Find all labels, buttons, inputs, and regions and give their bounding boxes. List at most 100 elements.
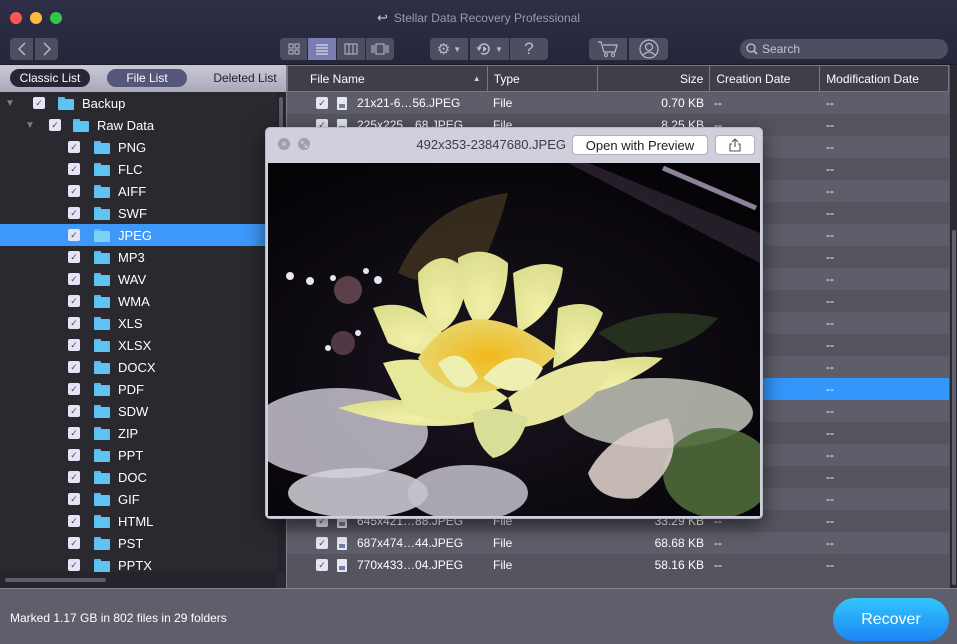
column-header-creation-date[interactable]: Creation Date [710,66,821,91]
checkbox[interactable]: ✓ [68,229,80,241]
tree-item-pptx[interactable]: ✓ PPTX [0,554,276,572]
tree-item-gif[interactable]: ✓ GIF [0,488,276,510]
forward-button[interactable] [35,38,58,60]
tree-item-zip[interactable]: ✓ ZIP [0,422,276,444]
view-columns-button[interactable] [337,38,365,60]
checkbox[interactable]: ✓ [68,339,80,351]
checkbox[interactable]: ✓ [68,449,80,461]
column-header-type[interactable]: Type [488,66,598,91]
close-icon[interactable]: × [278,138,290,150]
tree-item-label: PPTX [118,557,152,573]
checkbox[interactable]: ✓ [68,361,80,373]
column-label: File Name [310,71,365,86]
view-coverflow-button[interactable] [366,38,394,60]
list-icon [316,44,328,55]
tree-item-wma[interactable]: ✓ WMA [0,290,276,312]
open-with-preview-button[interactable]: Open with Preview [572,135,708,155]
history-menu-button[interactable]: ▼ [470,38,509,60]
checkbox[interactable]: ✓ [68,317,80,329]
tree-item-backup[interactable]: ▼ ✓ Backup [0,92,276,114]
table-row[interactable]: ✓ 21x21-6…56.JPEG File 0.70 KB -- -- [287,92,949,114]
column-header-file-name[interactable]: File Name ▲ [288,66,488,91]
tree-item-ppt[interactable]: ✓ PPT [0,444,276,466]
tree-item-sdw[interactable]: ✓ SDW [0,400,276,422]
checkbox[interactable]: ✓ [68,141,80,153]
chevron-right-icon [43,42,51,56]
tree-item-label: PST [118,535,144,551]
tab-classic-list[interactable]: Classic List [10,69,90,87]
disclosure-triangle-icon[interactable]: ▼ [5,98,15,109]
tree-item-doc[interactable]: ✓ DOC [0,466,276,488]
tree-item-jpeg[interactable]: ✓ JPEG [0,224,276,246]
cart-button[interactable] [589,38,627,60]
window-title-area: ↩ Stellar Data Recovery Professional [0,10,957,26]
cell-modification-date: -- [826,536,834,550]
cell-modification-date: -- [826,140,834,154]
checkbox[interactable]: ✓ [68,383,80,395]
account-button[interactable] [629,38,668,60]
fullscreen-icon[interactable]: ⤡ [298,138,310,150]
cell-modification-date: -- [826,382,834,396]
tree-item-swf[interactable]: ✓ SWF [0,202,276,224]
recover-button[interactable]: Recover [833,598,949,641]
settings-menu-button[interactable]: ⚙ ▼ [430,38,468,60]
cell-modification-date: -- [826,470,834,484]
checkbox[interactable]: ✓ [68,251,80,263]
checkbox[interactable]: ✓ [68,163,80,175]
checkbox[interactable]: ✓ [68,493,80,505]
tree-item-png[interactable]: ✓ PNG [0,136,276,158]
search-input[interactable] [762,42,932,56]
folder-icon [58,96,74,110]
column-header-modification-date[interactable]: Modification Date [820,66,948,91]
checkbox[interactable]: ✓ [316,559,328,571]
share-button[interactable] [715,135,755,155]
tab-file-list[interactable]: File List [107,69,187,87]
scrollbar-thumb[interactable] [952,230,956,585]
tree-item-docx[interactable]: ✓ DOCX [0,356,276,378]
table-row[interactable]: ✓ 687x474…44.JPEG File 68.68 KB -- -- [287,532,949,554]
tree-item-label: WMA [118,293,150,309]
checkbox[interactable]: ✓ [68,537,80,549]
disclosure-triangle-icon[interactable]: ▼ [25,120,35,131]
checkbox[interactable]: ✓ [68,207,80,219]
tree-horizontal-scrollbar[interactable] [0,572,276,588]
columns-icon [344,43,358,55]
checkbox[interactable]: ✓ [68,405,80,417]
search-field[interactable] [740,39,948,59]
tree-item-aiff[interactable]: ✓ AIFF [0,180,276,202]
tree-item-pst[interactable]: ✓ PST [0,532,276,554]
tree-item-raw-data[interactable]: ▼ ✓ Raw Data [0,114,276,136]
checkbox[interactable]: ✓ [68,559,80,571]
scrollbar-thumb[interactable] [5,578,106,582]
cell-modification-date: -- [826,96,834,110]
checkbox[interactable]: ✓ [33,97,45,109]
checkbox[interactable]: ✓ [68,515,80,527]
checkbox[interactable]: ✓ [68,427,80,439]
return-arrow-icon[interactable]: ↩ [377,10,388,25]
checkbox[interactable]: ✓ [316,97,328,109]
tree-item-pdf[interactable]: ✓ PDF [0,378,276,400]
tab-deleted-list[interactable]: Deleted List [205,69,285,87]
checkbox[interactable]: ✓ [49,119,61,131]
tree-item-xls[interactable]: ✓ XLS [0,312,276,334]
back-button[interactable] [10,38,33,60]
tree-item-html[interactable]: ✓ HTML [0,510,276,532]
checkbox[interactable]: ✓ [68,185,80,197]
view-icon-button[interactable] [280,38,307,60]
help-button[interactable]: ? [510,38,548,60]
cell-type: File [493,558,513,572]
tree-item-xlsx[interactable]: ✓ XLSX [0,334,276,356]
column-header-size[interactable]: Size [598,66,711,91]
checkbox[interactable]: ✓ [68,471,80,483]
tree-item-wav[interactable]: ✓ WAV [0,268,276,290]
table-row[interactable]: ✓ 770x433…04.JPEG File 58.16 KB -- -- [287,554,949,576]
table-header: File Name ▲ Type Size Creation Date Modi… [287,65,949,92]
checkbox[interactable]: ✓ [316,537,328,549]
checkbox[interactable]: ✓ [68,295,80,307]
checkbox[interactable]: ✓ [68,273,80,285]
view-list-button[interactable] [308,38,336,60]
cell-modification-date: -- [826,404,834,418]
tree-item-flc[interactable]: ✓ FLC [0,158,276,180]
tree-item-mp3[interactable]: ✓ MP3 [0,246,276,268]
table-vertical-scrollbar[interactable] [950,65,957,588]
